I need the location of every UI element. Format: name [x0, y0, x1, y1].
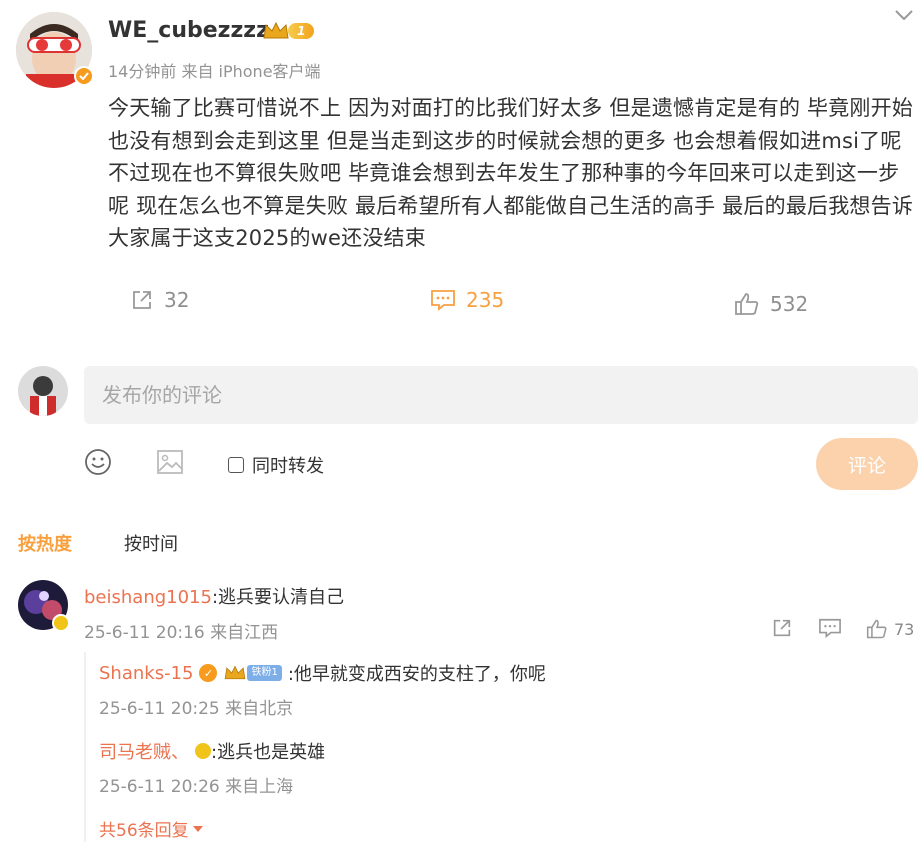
reply-text: :逃兵也是英雄 — [211, 742, 326, 763]
repost-checkbox-group[interactable]: 同时转发 — [228, 452, 324, 478]
commenter-username[interactable]: beishang1015 — [84, 587, 212, 608]
more-replies-link[interactable]: 共56条回复 — [99, 816, 203, 841]
submit-comment-button[interactable]: 评论 — [816, 438, 918, 490]
reply-username[interactable]: 司马老贼、 — [99, 738, 189, 764]
comment-line: beishang1015:逃兵要认清自己 — [84, 583, 344, 609]
post-meta: 14分钟前 来自 iPhone客户端 — [108, 62, 321, 81]
share-icon — [133, 291, 151, 309]
repost-checkbox[interactable] — [228, 457, 244, 473]
member-badge-icon — [195, 743, 211, 759]
more-replies-label: 共56条回复 — [99, 821, 189, 841]
current-user-avatar[interactable] — [18, 366, 68, 416]
reply-line-1: Shanks-15 ✓ 铁粉1 :他早就变成西安的支柱了，你呢 — [99, 660, 546, 686]
commenter-badge-icon — [52, 614, 70, 632]
vip-crown-badge[interactable]: 1 — [262, 20, 315, 42]
repost-count: 32 — [164, 288, 190, 312]
verified-badge-icon: ✓ — [199, 664, 218, 682]
reply-meta: 25-6-11 20:26 来自上海 — [99, 777, 294, 797]
crown-icon — [225, 665, 246, 680]
reply-meta: 25-6-11 20:25 来自北京 — [99, 699, 294, 719]
comment-icon — [431, 290, 455, 311]
fan-level-tag: 铁粉1 — [247, 665, 282, 681]
reply-username[interactable]: Shanks-15 — [99, 663, 193, 684]
reply-text: :他早就变成西安的支柱了，你呢 — [287, 664, 546, 685]
like-count: 532 — [770, 292, 809, 316]
sort-tab-hot[interactable]: 按热度 — [18, 530, 72, 556]
verified-badge-icon — [74, 66, 94, 86]
sort-tab-time[interactable]: 按时间 — [124, 530, 178, 556]
thumbs-up-icon — [735, 293, 759, 315]
comment-reply-icon[interactable] — [818, 617, 842, 639]
comment-count: 235 — [466, 288, 505, 312]
crown-icon — [263, 21, 289, 39]
comment-like-button[interactable]: 73 — [866, 618, 914, 640]
comment-meta: 25-6-11 20:16 来自江西 — [84, 623, 279, 643]
comment-button[interactable]: 235 — [430, 288, 504, 312]
post-username[interactable]: WE_cubezzzz — [108, 18, 269, 43]
comment-like-count: 73 — [894, 619, 915, 639]
image-upload-icon[interactable] — [156, 449, 184, 475]
emoji-icon[interactable] — [84, 448, 112, 476]
comment-input[interactable] — [84, 366, 918, 424]
vip-level: 1 — [288, 23, 315, 39]
reply-line-2: 司马老贼、 :逃兵也是英雄 — [99, 738, 325, 764]
thumbs-up-icon — [866, 619, 887, 639]
collapse-chevron-icon[interactable] — [894, 8, 914, 22]
repost-checkbox-label: 同时转发 — [252, 456, 324, 477]
comment-repost-icon[interactable] — [770, 617, 794, 639]
post-body: 今天输了比赛可惜说不上 因为对面打的比我们好太多 但是遗憾肯定是有的 毕竟刚开始… — [108, 96, 914, 251]
caret-down-icon — [192, 825, 203, 832]
repost-button[interactable]: 32 — [130, 288, 189, 312]
like-button[interactable]: 532 — [734, 292, 808, 316]
comment-text: :逃兵要认清自己 — [211, 587, 345, 608]
